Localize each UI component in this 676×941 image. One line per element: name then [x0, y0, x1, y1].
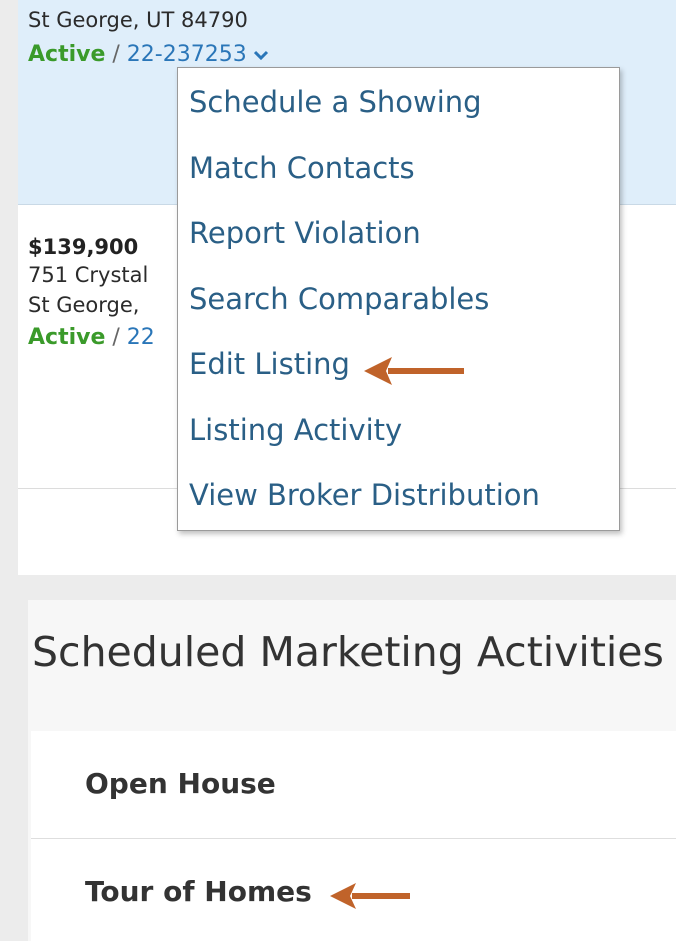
listing-actions-dropdown: Schedule a Showing Match Contacts Report… — [177, 67, 620, 531]
menu-item-search-comparables[interactable]: Search Comparables — [189, 282, 489, 316]
menu-item-listing-activity[interactable]: Listing Activity — [189, 413, 402, 447]
left-arrow-icon — [330, 883, 410, 909]
status-separator: / — [105, 42, 127, 67]
listing-status-line: Active / 22-237253 — [28, 42, 269, 67]
status-separator: / — [105, 325, 127, 350]
menu-item-report-violation[interactable]: Report Violation — [189, 216, 421, 250]
listing-street-line: 751 Crystal — [28, 263, 149, 287]
menu-item-schedule-showing[interactable]: Schedule a Showing — [189, 85, 482, 119]
menu-item-view-broker-distribution[interactable]: View Broker Distribution — [189, 478, 540, 512]
left-arrow-icon — [364, 357, 464, 385]
menu-item-edit-listing[interactable]: Edit Listing — [189, 347, 350, 381]
listing-price: $139,900 — [28, 235, 139, 259]
listing-city-line: St George, UT 84790 — [28, 8, 248, 32]
listing-id-link[interactable]: 22-237253 — [127, 42, 247, 67]
status-active: Active — [28, 325, 106, 350]
listing-city-line: St George, — [28, 293, 140, 317]
status-active: Active — [28, 42, 106, 67]
section-title: Scheduled Marketing Activities — [32, 628, 664, 676]
activity-label: Tour of Homes — [85, 875, 312, 908]
menu-item-match-contacts[interactable]: Match Contacts — [189, 151, 415, 185]
listing-id-link[interactable]: 22 — [127, 325, 155, 350]
chevron-down-icon[interactable] — [253, 50, 269, 60]
activity-row-open-house[interactable]: Open House — [31, 731, 676, 839]
listing-status-line: Active / 22 — [28, 325, 155, 350]
activity-label: Open House — [85, 767, 276, 800]
